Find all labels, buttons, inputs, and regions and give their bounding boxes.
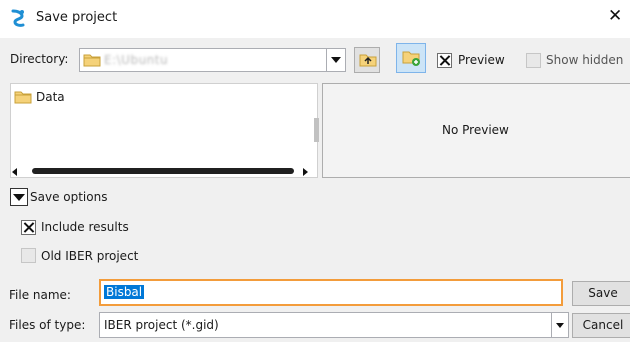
scroll-left-icon[interactable] (12, 168, 17, 176)
up-folder-icon (359, 53, 377, 70)
window-title: Save project (36, 10, 118, 25)
folder-icon (83, 53, 101, 70)
file-type-select[interactable]: IBER project (*.gid) (99, 312, 569, 338)
directory-value: E:\Ubuntu (104, 53, 169, 67)
file-name-input[interactable]: Bisbal (99, 279, 563, 306)
scrollbar-thumb[interactable] (32, 168, 294, 174)
file-type-value: IBER project (*.gid) (104, 318, 219, 332)
preview-checkbox[interactable] (437, 53, 452, 68)
list-item-label: Data (36, 90, 65, 104)
include-results-checkbox[interactable] (21, 220, 36, 235)
vertical-scrollbar[interactable] (314, 118, 319, 142)
include-results-label: Include results (41, 220, 129, 234)
file-name-label: File name: (9, 288, 71, 302)
iber-logo-icon (10, 9, 28, 29)
cancel-button[interactable]: Cancel (572, 313, 630, 338)
horizontal-scrollbar[interactable] (12, 165, 308, 177)
new-folder-icon (402, 50, 422, 70)
up-folder-button[interactable] (354, 47, 380, 73)
save-options-toggle[interactable] (10, 188, 28, 206)
show-hidden-checkbox[interactable] (526, 53, 541, 68)
directory-label: Directory: (10, 52, 69, 66)
show-hidden-label: Show hidden (546, 53, 624, 67)
save-options-label: Save options (30, 190, 108, 204)
old-iber-project-checkbox[interactable] (21, 248, 36, 263)
no-preview-text: No Preview (442, 123, 509, 137)
file-type-label: Files of type: (9, 318, 86, 332)
directory-combo[interactable]: E:\Ubuntu (79, 48, 346, 72)
close-icon[interactable]: ✕ (608, 6, 622, 26)
save-button[interactable]: Save (572, 281, 630, 306)
old-iber-project-label: Old IBER project (41, 249, 139, 263)
new-folder-button[interactable] (396, 43, 426, 73)
folder-icon (14, 90, 32, 107)
preview-label: Preview (458, 53, 505, 67)
chevron-down-icon[interactable] (551, 313, 568, 337)
scroll-right-icon[interactable] (303, 168, 308, 176)
file-name-value: Bisbal (104, 285, 145, 299)
chevron-down-icon[interactable] (326, 49, 345, 71)
